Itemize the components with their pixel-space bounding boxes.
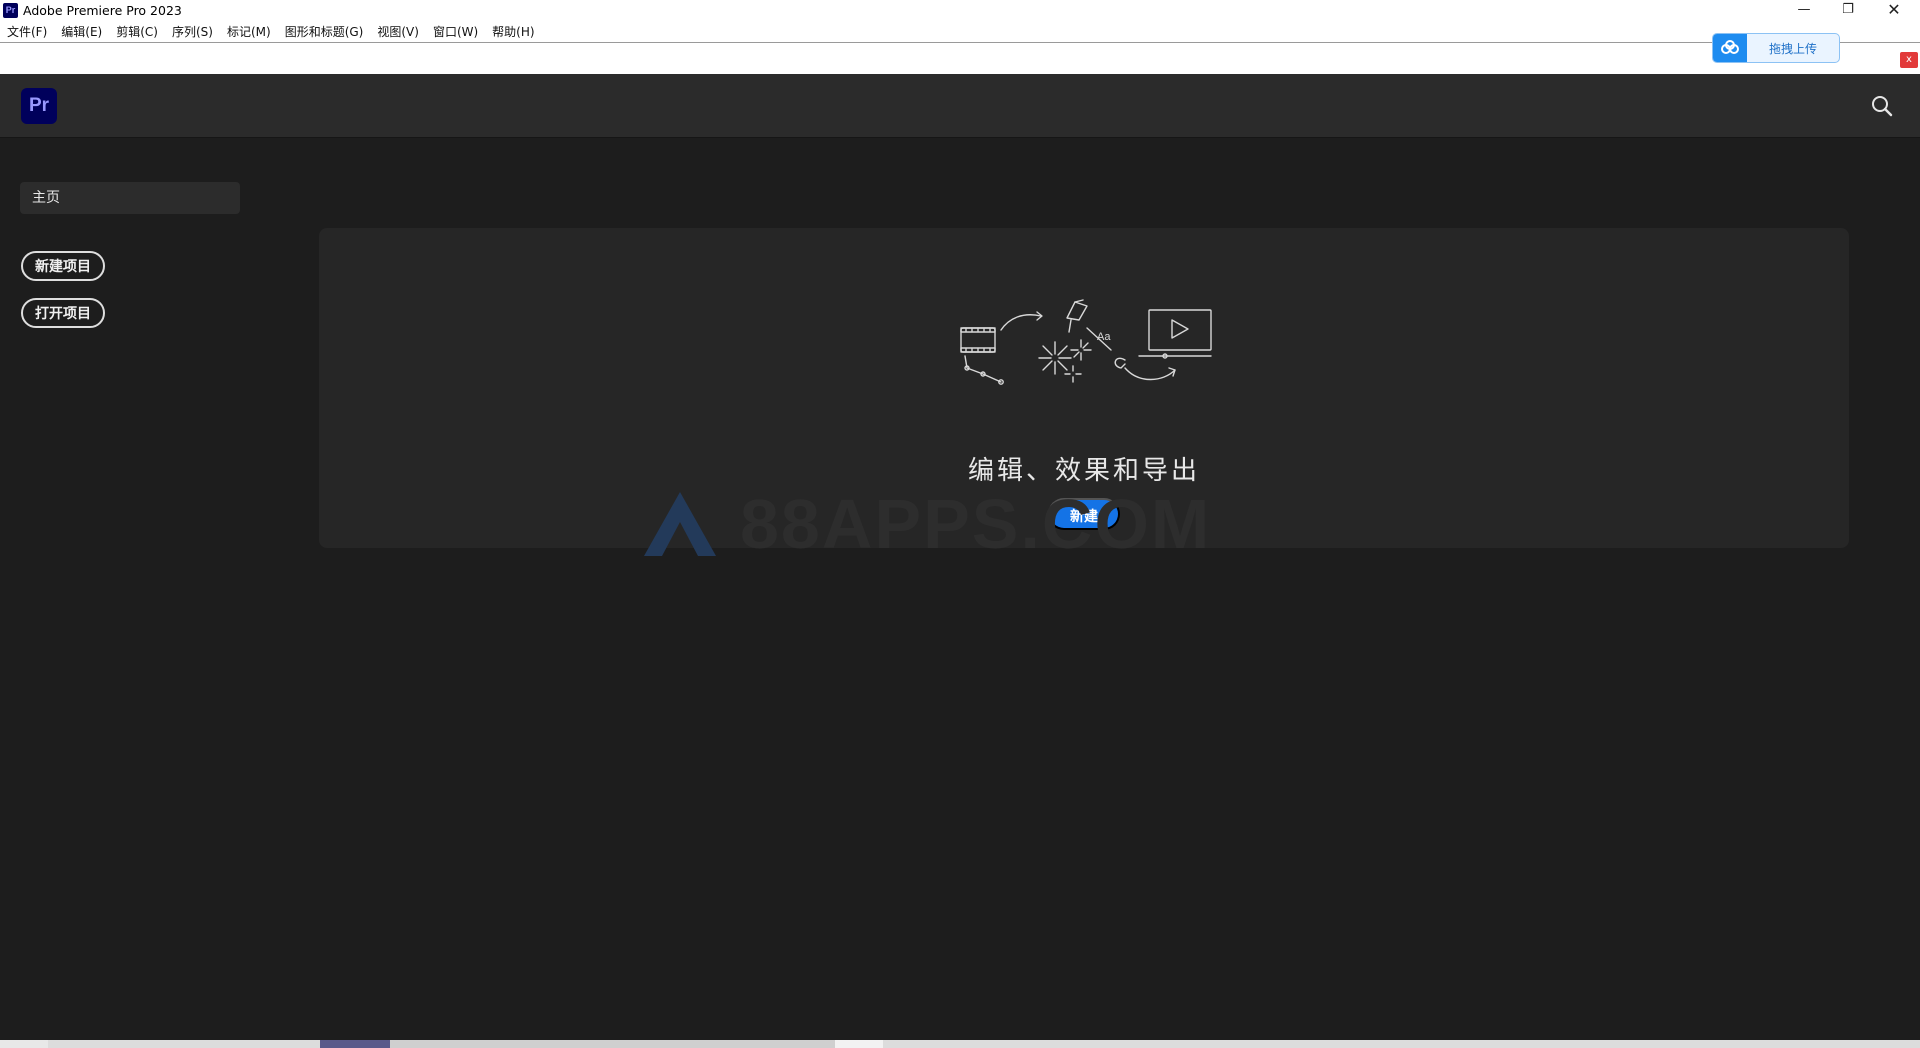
menu-help[interactable]: 帮助(H)	[487, 22, 539, 42]
window-title: Adobe Premiere Pro 2023	[23, 3, 182, 18]
open-project-button[interactable]: 打开项目	[21, 298, 105, 328]
premiere-app-icon: Pr	[3, 3, 18, 18]
search-button[interactable]	[1868, 92, 1896, 120]
card-title: 编辑、效果和导出	[967, 456, 1200, 486]
menu-sequence[interactable]: 序列(S)	[167, 22, 218, 42]
edit-effects-export-illustration: Aa	[960, 299, 1212, 385]
menu-view[interactable]: 视图(V)	[372, 22, 424, 42]
menu-bar: 文件(F) 编辑(E) 剪辑(C) 序列(S) 标记(M) 图形和标题(G) 视…	[0, 22, 1920, 42]
new-button[interactable]: 新建	[1048, 498, 1120, 530]
window-title-bar: Pr Adobe Premiere Pro 2023 — ❐ ✕	[0, 0, 1920, 22]
nav-home[interactable]: 主页	[20, 182, 240, 214]
menu-markers[interactable]: 标记(M)	[222, 22, 276, 42]
menu-clip[interactable]: 剪辑(C)	[111, 22, 163, 42]
new-project-button[interactable]: 新建项目	[21, 251, 105, 281]
svg-text:Aa: Aa	[1097, 331, 1111, 343]
cloud-upload-widget[interactable]: 拖拽上传	[1712, 33, 1840, 63]
taskbar-strip	[0, 1040, 1920, 1048]
menu-edit[interactable]: 编辑(E)	[56, 22, 107, 42]
restore-button[interactable]: ❐	[1826, 0, 1870, 22]
minimize-button[interactable]: —	[1782, 0, 1826, 22]
menu-window[interactable]: 窗口(W)	[428, 22, 483, 42]
menu-graphics-titles[interactable]: 图形和标题(G)	[280, 22, 369, 42]
cloud-icon	[1713, 34, 1747, 62]
close-upload-widget-button[interactable]: x	[1900, 52, 1918, 68]
toolbar-strip	[0, 42, 1920, 74]
get-started-card: Aa 编辑、效果和导出 新建	[319, 228, 1849, 548]
close-window-button[interactable]: ✕	[1872, 0, 1916, 22]
menu-file[interactable]: 文件(F)	[2, 22, 52, 42]
search-icon	[1872, 96, 1893, 117]
app-header: Pr	[0, 74, 1920, 138]
upload-label: 拖拽上传	[1768, 41, 1817, 56]
premiere-logo: Pr	[21, 88, 57, 124]
